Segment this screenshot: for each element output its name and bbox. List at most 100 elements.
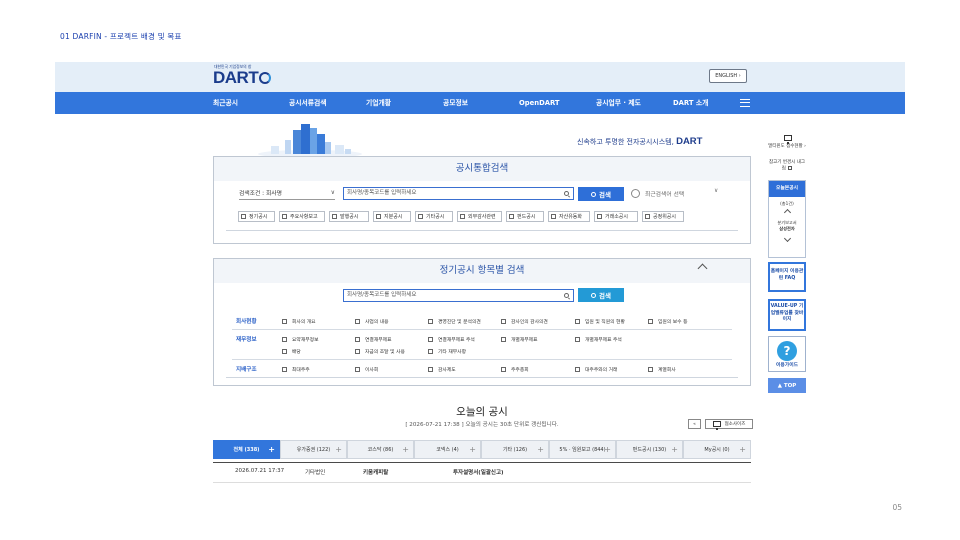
item-checkbox[interactable]: 개별재무제표 주석 xyxy=(575,336,622,343)
checkbox-icon xyxy=(428,337,433,342)
nav-item-opendart[interactable]: OpenDART xyxy=(519,92,560,114)
row-time: 2026.07.21 17:37 xyxy=(235,468,285,474)
filter-other[interactable]: 기타공시 xyxy=(415,211,453,222)
category-finance: 재무정보 xyxy=(236,337,257,343)
chevron-down-icon[interactable]: ∨ xyxy=(714,188,718,194)
checkbox-icon xyxy=(282,214,287,219)
english-button[interactable]: ENGLISH › xyxy=(709,69,747,83)
category-divider xyxy=(232,359,732,360)
item-search-input[interactable]: 회사명/종목코드를 입력하세요 xyxy=(343,289,574,302)
top-button[interactable]: ▲ TOP xyxy=(768,378,806,393)
tab-label: 기타 (126) xyxy=(502,447,528,453)
filter-major[interactable]: 주요사항보고 xyxy=(279,211,325,222)
item-checkbox[interactable]: 연결재무제표 xyxy=(355,336,391,343)
item-search-button[interactable]: 검색 xyxy=(578,288,624,302)
view-size-button[interactable]: 협소사이즈 xyxy=(705,419,753,430)
item-checkbox[interactable]: 연결재무제표 주석 xyxy=(428,336,475,343)
filter-regular[interactable]: 정기공시 xyxy=(238,211,275,222)
nav-item-system[interactable]: 공시업무 · 제도 xyxy=(596,92,641,114)
tab-label: My공시 (0) xyxy=(704,447,730,453)
valueup-button[interactable]: VALUE-UP 기업밸류업를 찾바이지 xyxy=(768,299,806,331)
item-checkbox[interactable]: 기타 재무사항 xyxy=(428,348,466,355)
bookmark-option[interactable]: 참고기 번경시 내그림 xyxy=(768,160,806,173)
tab-all[interactable]: 전체 (338) + xyxy=(213,440,280,459)
item-checkbox[interactable]: 사업의 내용 xyxy=(355,318,389,325)
panel-divider xyxy=(226,377,738,378)
tab-other[interactable]: 기타 (126) + xyxy=(481,440,549,459)
nav-item-offering[interactable]: 공모정보 xyxy=(443,92,468,114)
clock-icon xyxy=(631,189,640,198)
item-checkbox[interactable]: 요약재무정보 xyxy=(282,336,318,343)
item-checkbox[interactable]: 주주총회 xyxy=(501,366,529,373)
filter-stake[interactable]: 지분공시 xyxy=(373,211,411,222)
checkbox-icon xyxy=(418,214,423,219)
nav-item-company[interactable]: 기업개황 xyxy=(366,92,391,114)
item-checkbox[interactable]: 개별재무제표 xyxy=(501,336,537,343)
filter-exchange[interactable]: 거래소공시 xyxy=(594,211,638,222)
checkbox-icon xyxy=(501,319,506,324)
company-search-input[interactable]: 회사명/종목코드를 입력하세요 xyxy=(343,187,574,200)
checkbox-icon xyxy=(597,214,602,219)
item-search-panel: 정기공시 항목별 검색 회사명/종목코드를 입력하세요 검색 회사현황 회사의 … xyxy=(213,258,751,386)
filter-issue[interactable]: 발행공시 xyxy=(329,211,369,222)
item-label: 감사제도 xyxy=(438,368,456,373)
item-checkbox[interactable]: 대주주와의 거래 xyxy=(575,366,617,373)
guide-button[interactable]: ? 이용가이드 xyxy=(768,336,806,372)
search-button[interactable]: 검색 xyxy=(578,187,624,201)
category-governance: 지배구조 xyxy=(236,367,257,373)
item-checkbox[interactable]: 감사인의 감사의견 xyxy=(501,318,548,325)
item-checkbox[interactable]: 감사제도 xyxy=(428,366,456,373)
recent-viewed-company[interactable]: 삼성전자 xyxy=(769,226,805,232)
tab-kospi[interactable]: 유가증권 (122) + xyxy=(280,440,347,459)
multiwindow-link[interactable]: 멀티윈도 접수현황 › xyxy=(768,144,806,150)
filter-ftc[interactable]: 공정위공시 xyxy=(642,211,684,222)
filter-audit[interactable]: 외부감사관련 xyxy=(457,211,502,222)
checkbox-icon xyxy=(575,319,580,324)
tab-fund[interactable]: 펀드공시 (130) + xyxy=(616,440,683,459)
item-checkbox[interactable]: 자금의 조달 및 사용 xyxy=(355,348,405,355)
item-checkbox[interactable]: 임원의 보수 등 xyxy=(648,318,688,325)
tab-my[interactable]: My공시 (0) + xyxy=(683,440,751,459)
checkbox-icon xyxy=(355,349,360,354)
row-company[interactable]: 키움캐피탈 xyxy=(363,468,388,476)
filter-fund[interactable]: 펀드공시 xyxy=(506,211,544,222)
faq-button[interactable]: 홈페이지 이용관련 FAQ xyxy=(768,262,806,292)
item-checkbox[interactable]: 배당 xyxy=(282,348,301,355)
item-checkbox[interactable]: 최대주주 xyxy=(282,366,310,373)
recent-search-select[interactable]: 최근검색어 선택 xyxy=(645,189,684,198)
item-checkbox[interactable]: 이사회 xyxy=(355,366,378,373)
tagline-text: 신속하고 투명한 전자공시시스템, xyxy=(577,138,674,146)
checkbox-icon xyxy=(460,214,465,219)
chevron-up-icon[interactable] xyxy=(783,208,791,217)
nav-item-about[interactable]: DART 소개 xyxy=(673,92,708,114)
tab-konex[interactable]: 코넥스 (4) + xyxy=(414,440,481,459)
item-checkbox[interactable]: 임원 및 직원의 현황 xyxy=(575,318,625,325)
dart-logo[interactable]: 대한민국 기업정보의 창 DART xyxy=(213,64,272,86)
item-label: 주주총회 xyxy=(511,368,529,373)
today-subtitle: [ 2026-07-21 17:38 ] 오늘의 공시는 30초 단위로 갱신됩… xyxy=(405,422,559,428)
filter-label: 거래소공시 xyxy=(605,214,629,220)
today-title: 오늘의 공시 xyxy=(456,406,508,418)
fold-button[interactable]: « xyxy=(688,419,701,429)
checkbox-icon xyxy=(355,319,360,324)
checkbox-icon xyxy=(645,214,650,219)
nav-item-doc-search[interactable]: 공시서류검색 xyxy=(289,92,327,114)
filter-label: 공정위공시 xyxy=(653,214,677,220)
hamburger-menu-icon[interactable] xyxy=(740,99,750,107)
tab-stake-report[interactable]: 5% · 임원보고 (844) + xyxy=(549,440,616,459)
row-report[interactable]: 투자설명서(일괄신고) xyxy=(453,468,504,476)
tab-kosdaq[interactable]: 코스닥 (86) + xyxy=(347,440,414,459)
monitor-icon xyxy=(784,135,792,144)
checkbox-icon xyxy=(282,337,287,342)
item-checkbox[interactable]: 회사의 개요 xyxy=(282,318,316,325)
chevron-right-icon: › xyxy=(738,73,741,79)
monitor-icon xyxy=(712,421,721,430)
chevron-down-icon[interactable] xyxy=(783,234,791,243)
filter-abs[interactable]: 자산유동화 xyxy=(548,211,590,222)
item-checkbox[interactable]: 계열회사 xyxy=(648,366,676,373)
view-size-label: 협소사이즈 xyxy=(724,422,746,427)
item-checkbox[interactable]: 경영진단 및 분석의견 xyxy=(428,318,481,325)
nav-item-recent[interactable]: 최근공시 xyxy=(213,92,238,114)
search-condition-select[interactable]: 검색조건 : 회사명 ∨ xyxy=(239,188,335,200)
item-label: 임원 및 직원의 현황 xyxy=(585,320,625,325)
